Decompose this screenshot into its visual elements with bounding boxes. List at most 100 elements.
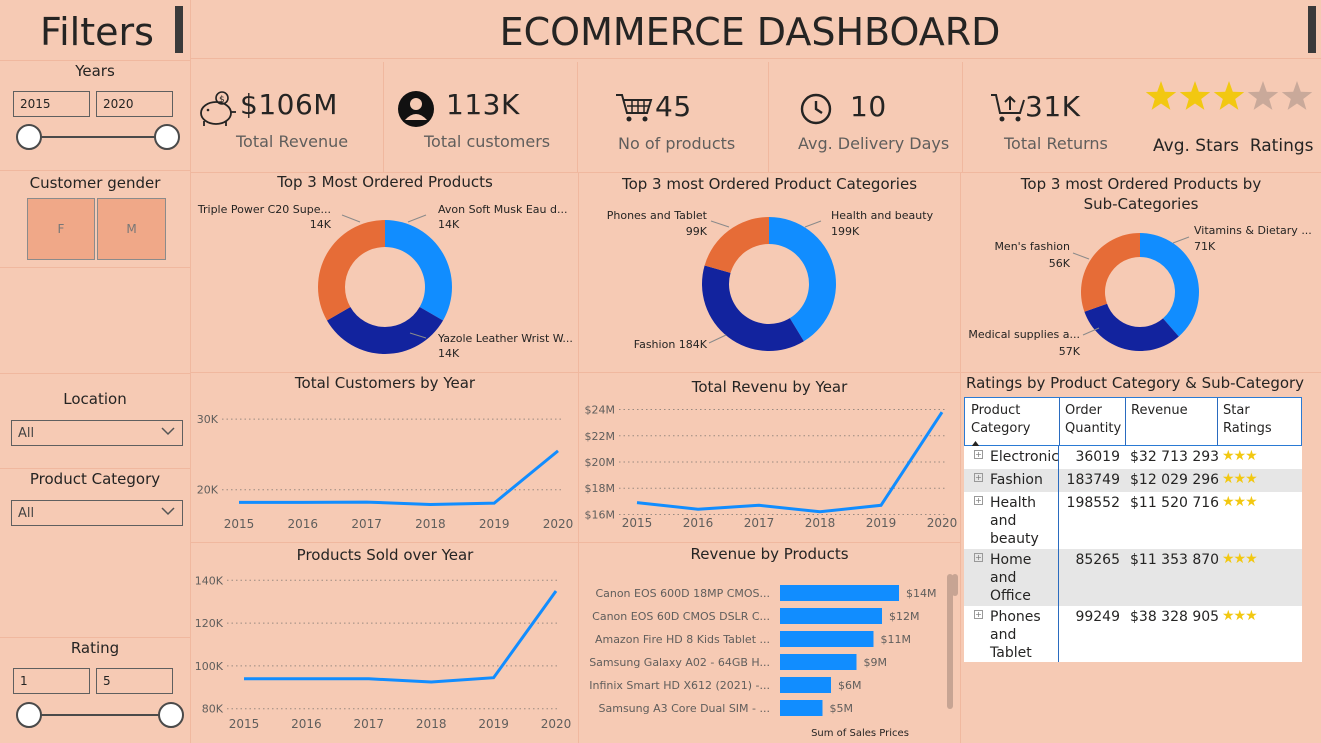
chevron-down-icon <box>160 423 176 443</box>
filters-title: Filters <box>40 10 154 54</box>
divider <box>768 62 769 172</box>
gender-option-f[interactable]: F <box>27 198 95 260</box>
y-tick-label: 140K <box>195 574 224 587</box>
divider <box>577 62 578 172</box>
stars-svg <box>1145 81 1313 110</box>
ratings-table: Product Category Order Quantity Revenue … <box>952 397 1302 662</box>
y-tick-label: 20K <box>197 484 219 497</box>
rating-from-input[interactable]: 1 <box>13 668 90 694</box>
rating-to-input[interactable]: 5 <box>96 668 173 694</box>
donut-value: 199K <box>831 225 860 238</box>
donut-label: Avon Soft Musk Eau d... <box>438 203 567 216</box>
col-header-qty-label: Order Quantity <box>1065 403 1122 436</box>
category-dropdown[interactable]: All <box>11 500 183 526</box>
y-tick-label: $18M <box>585 482 616 495</box>
bar-value-label: $12M <box>889 610 920 623</box>
years-from-input[interactable]: 2015 <box>13 91 90 117</box>
gender-option-m[interactable]: M <box>97 198 166 260</box>
row-stars: ★★★ <box>1222 608 1258 624</box>
category-label: Product Category <box>29 470 161 488</box>
donut-label: Phones and Tablet <box>607 209 708 222</box>
donut-segment <box>318 220 385 321</box>
bar-value-label: $5M <box>830 702 854 715</box>
expand-icon[interactable]: + <box>974 473 983 482</box>
years-slider-track[interactable] <box>30 136 168 138</box>
rating-slider-track[interactable] <box>30 714 172 716</box>
products-sold-chart-title: Products Sold over Year <box>296 546 474 564</box>
col-divider <box>1058 446 1059 662</box>
bar-category-label: Canon EOS 600D 18MP CMOS... <box>595 587 770 600</box>
donut-value: 14K <box>438 347 460 360</box>
row-revenue: $32 713 293 <box>1130 449 1220 465</box>
piggy-bank-icon: $ <box>196 88 240 132</box>
years-slider-end-handle[interactable] <box>154 124 180 150</box>
x-tick-label: 2019 <box>866 516 897 530</box>
col-header-category[interactable]: Product Category <box>971 402 1051 438</box>
years-slider-start-handle[interactable] <box>16 124 42 150</box>
table-row[interactable]: + Fashion 183749 $12 029 296 ★★★ <box>964 469 1302 492</box>
revenue-products-title: Revenue by Products <box>690 545 849 563</box>
leader-line <box>804 220 822 228</box>
cart-icon <box>615 92 653 128</box>
category-value: All <box>18 506 35 521</box>
revenue-by-products-chart: Canon EOS 600D 18MP CMOS... $14M Canon EOS… <box>589 585 937 739</box>
x-tick-label: 2016 <box>683 516 714 530</box>
customers-chart-title: Total Customers by Year <box>294 374 476 392</box>
y-tick-label: 100K <box>195 660 224 673</box>
col-header-revenue[interactable]: Revenue <box>1131 402 1188 420</box>
donut-segment <box>326 307 444 354</box>
leader-line <box>710 220 730 228</box>
rating-label: Rating <box>70 639 120 657</box>
table-scrollbar[interactable] <box>952 574 958 596</box>
col-header-qty[interactable]: Order Quantity <box>1065 402 1125 438</box>
y-tick-label: 30K <box>197 413 219 426</box>
bar-value-label: $11M <box>881 633 912 646</box>
table-row[interactable]: + Home and Office 85265 $11 353 870 ★★★ <box>964 549 1302 606</box>
donut1-title: Top 3 Most Ordered Products <box>277 173 493 191</box>
expand-icon[interactable]: + <box>974 496 983 505</box>
divider <box>0 170 190 171</box>
location-dropdown[interactable]: All <box>11 420 183 446</box>
row-category: Home and Office <box>990 552 1032 604</box>
expand-icon[interactable]: + <box>974 610 983 619</box>
donut-label: Fashion 184K <box>634 338 708 351</box>
expand-icon[interactable]: + <box>974 553 983 562</box>
products-count-label: No of products <box>618 134 736 153</box>
y-tick-label: 80K <box>202 703 224 716</box>
x-tick-label: 2015 <box>229 717 260 731</box>
donut-segment <box>769 217 836 342</box>
products-sold-chart: 80K 100K 120K 140K 2015 2016 2017 2018 2019 2020 <box>195 574 571 731</box>
bar <box>780 677 831 693</box>
row-stars: ★★★ <box>1222 471 1258 487</box>
donut-segment <box>385 220 452 321</box>
row-category: Phones and Tablet <box>990 609 1041 661</box>
star-icon <box>1145 81 1177 110</box>
y-tick-label: 120K <box>195 617 224 630</box>
donut2-title: Top 3 most Ordered Product Categories <box>621 175 918 193</box>
table-row[interactable]: + Electronic 36019 $32 713 293 ★★★ <box>964 446 1302 469</box>
divider <box>0 60 190 61</box>
col-header-stars[interactable]: Star Ratings <box>1223 402 1301 438</box>
total-returns-value: 31K <box>1025 90 1081 123</box>
bar-category-label: Samsung Galaxy A02 - 64GB H... <box>589 656 770 669</box>
x-tick-label: 2017 <box>354 717 385 731</box>
x-tick-label: 2018 <box>416 717 447 731</box>
donut-segment <box>1084 303 1179 351</box>
row-qty: 183749 <box>1066 472 1120 488</box>
table-row[interactable]: + Phones and Tablet 99249 $38 328 905 ★★… <box>964 606 1302 662</box>
col-header-revenue-label: Revenue <box>1131 403 1188 418</box>
donut3-title-line2: Sub-Categories <box>1083 195 1199 213</box>
table-row[interactable]: + Health and beauty 198552 $11 520 716 ★… <box>964 492 1302 549</box>
expand-icon[interactable]: + <box>974 450 983 459</box>
y-tick-label: $24M <box>585 404 616 417</box>
revenue-chart-title: Total Revenu by Year <box>691 378 848 396</box>
rating-slider-start-handle[interactable] <box>16 702 42 728</box>
gender-label: Customer gender <box>29 174 161 192</box>
x-axis-title: Sum of Sales Prices <box>811 728 909 739</box>
row-qty: 85265 <box>1075 552 1120 568</box>
years-to-input[interactable]: 2020 <box>96 91 173 117</box>
rating-slider-end-handle[interactable] <box>158 702 184 728</box>
row-category: Electronic <box>990 449 1060 465</box>
row-qty: 99249 <box>1075 609 1120 625</box>
x-tick-label: 2017 <box>351 517 382 531</box>
